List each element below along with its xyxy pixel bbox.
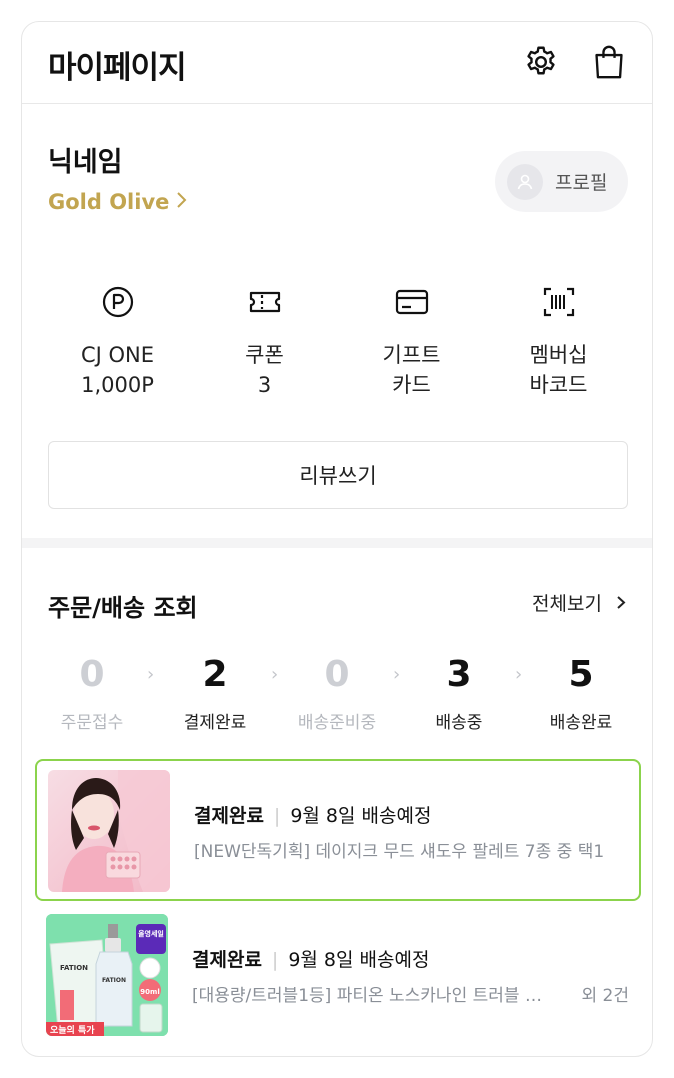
product-thumbnail: FATION FATION 올영세일 90ml 오늘의 특가 bbox=[46, 914, 168, 1036]
shopping-bag-icon[interactable] bbox=[589, 42, 629, 82]
step-label: 결제완료 bbox=[183, 713, 247, 733]
brand-text: FATION bbox=[102, 977, 126, 984]
mypage-card: 마이페이지 닉네임 Gold Olive 프로필 CJ ONE 1,000P 쿠… bbox=[21, 21, 653, 1057]
quick-item-cj-one[interactable]: CJ ONE 1,000P bbox=[44, 284, 191, 400]
quick-item-coupon[interactable]: 쿠폰 3 bbox=[191, 284, 338, 400]
step-count: 3 bbox=[446, 654, 472, 695]
write-review-button[interactable]: 리뷰쓰기 bbox=[48, 441, 628, 509]
product-thumbnail bbox=[48, 770, 170, 892]
quick-item-label: 기프트 bbox=[382, 343, 441, 367]
chevron-right-icon: › bbox=[147, 664, 155, 685]
quick-item-value: 1,000P bbox=[81, 373, 154, 397]
separator: | bbox=[273, 805, 281, 827]
step-count: 0 bbox=[324, 654, 350, 695]
header: 마이페이지 bbox=[22, 22, 652, 104]
quick-item-label: 쿠폰 bbox=[245, 343, 284, 367]
order-status-label: 결제완료 bbox=[192, 949, 262, 971]
extra-items-count: 외 2건 bbox=[581, 986, 630, 1006]
chevron-right-icon bbox=[175, 190, 187, 214]
volume-text: 90ml bbox=[140, 988, 159, 996]
order-steps: 0 주문접수 › 2 결제완료 › 0 배송준비중 › 3 배송중 › 5 배송… bbox=[32, 652, 644, 733]
badge-text: 오늘의 특가 bbox=[50, 1024, 95, 1036]
orders-section-title: 주문/배송 조회 bbox=[48, 594, 198, 622]
separator: | bbox=[271, 949, 279, 971]
order-item[interactable]: 결제완료 | 9월 8일 배송예정 [NEW단독기획] 데이지크 무드 섀도우 팔레… bbox=[35, 759, 641, 901]
see-all-link[interactable]: 전체보기 bbox=[532, 589, 626, 616]
page-title: 마이페이지 bbox=[48, 50, 187, 86]
section-divider bbox=[22, 538, 652, 548]
profile-button[interactable]: 프로필 bbox=[495, 151, 628, 212]
step-label: 배송완료 bbox=[549, 713, 613, 733]
see-all-label: 전체보기 bbox=[532, 593, 602, 615]
delivery-date: 9월 8일 배송예정 bbox=[288, 949, 430, 971]
barcode-icon bbox=[485, 284, 632, 320]
quick-item-value: 카드 bbox=[392, 373, 431, 397]
step-preparing[interactable]: 0 배송준비중 bbox=[277, 652, 397, 733]
order-status: 결제완료 | 9월 8일 배송예정 bbox=[194, 801, 431, 828]
membership-grade-link[interactable]: Gold Olive bbox=[48, 190, 187, 214]
brand-text: FATION bbox=[60, 964, 88, 972]
step-label: 주문접수 bbox=[60, 713, 124, 733]
profile-button-label: 프로필 bbox=[555, 172, 608, 194]
step-count: 0 bbox=[79, 654, 105, 695]
step-label: 배송중 bbox=[435, 713, 483, 733]
step-payment-complete[interactable]: 2 결제완료 bbox=[155, 652, 275, 733]
product-name: [NEW단독기획] 데이지크 무드 섀도우 팔레트 7종 중 택1 bbox=[194, 842, 605, 862]
point-icon bbox=[44, 284, 191, 320]
quick-item-value: 바코드 bbox=[529, 373, 588, 397]
gear-icon[interactable] bbox=[521, 42, 561, 82]
quick-item-gift-card[interactable]: 기프트 카드 bbox=[338, 284, 485, 400]
quick-item-value: 3 bbox=[257, 373, 272, 397]
nickname: 닉네임 bbox=[48, 147, 123, 178]
step-label: 배송준비중 bbox=[297, 713, 377, 733]
step-count: 2 bbox=[202, 654, 228, 695]
order-status: 결제완료 | 9월 8일 배송예정 bbox=[192, 945, 429, 972]
coupon-icon bbox=[191, 284, 338, 320]
step-delivered[interactable]: 5 배송완료 bbox=[521, 652, 641, 733]
chevron-right-icon bbox=[610, 593, 626, 615]
step-count: 5 bbox=[568, 654, 594, 695]
quick-item-barcode[interactable]: 멤버십 바코드 bbox=[485, 284, 632, 400]
quick-item-label: 멤버십 bbox=[529, 343, 588, 367]
avatar-icon bbox=[507, 163, 543, 200]
order-item[interactable]: FATION FATION 올영세일 90ml 오늘의 특가 결제완료 | 9월 8… bbox=[35, 905, 641, 1047]
step-shipping[interactable]: 3 배송중 bbox=[399, 652, 519, 733]
gift-card-icon bbox=[338, 284, 485, 320]
quick-item-label: CJ ONE bbox=[80, 343, 155, 367]
product-name: [대용량/트러블1등] 파티온 노스카나인 트러블 세럼 bbox=[192, 986, 556, 1006]
grade-label: Gold Olive bbox=[48, 190, 170, 214]
step-order-received[interactable]: 0 주문접수 bbox=[32, 652, 152, 733]
sale-text: 올영세일 bbox=[138, 929, 164, 938]
delivery-date: 9월 8일 배송예정 bbox=[290, 805, 432, 827]
order-status-label: 결제완료 bbox=[194, 805, 264, 827]
quick-menu: CJ ONE 1,000P 쿠폰 3 기프트 카드 멤버십 바코드 bbox=[44, 284, 632, 400]
